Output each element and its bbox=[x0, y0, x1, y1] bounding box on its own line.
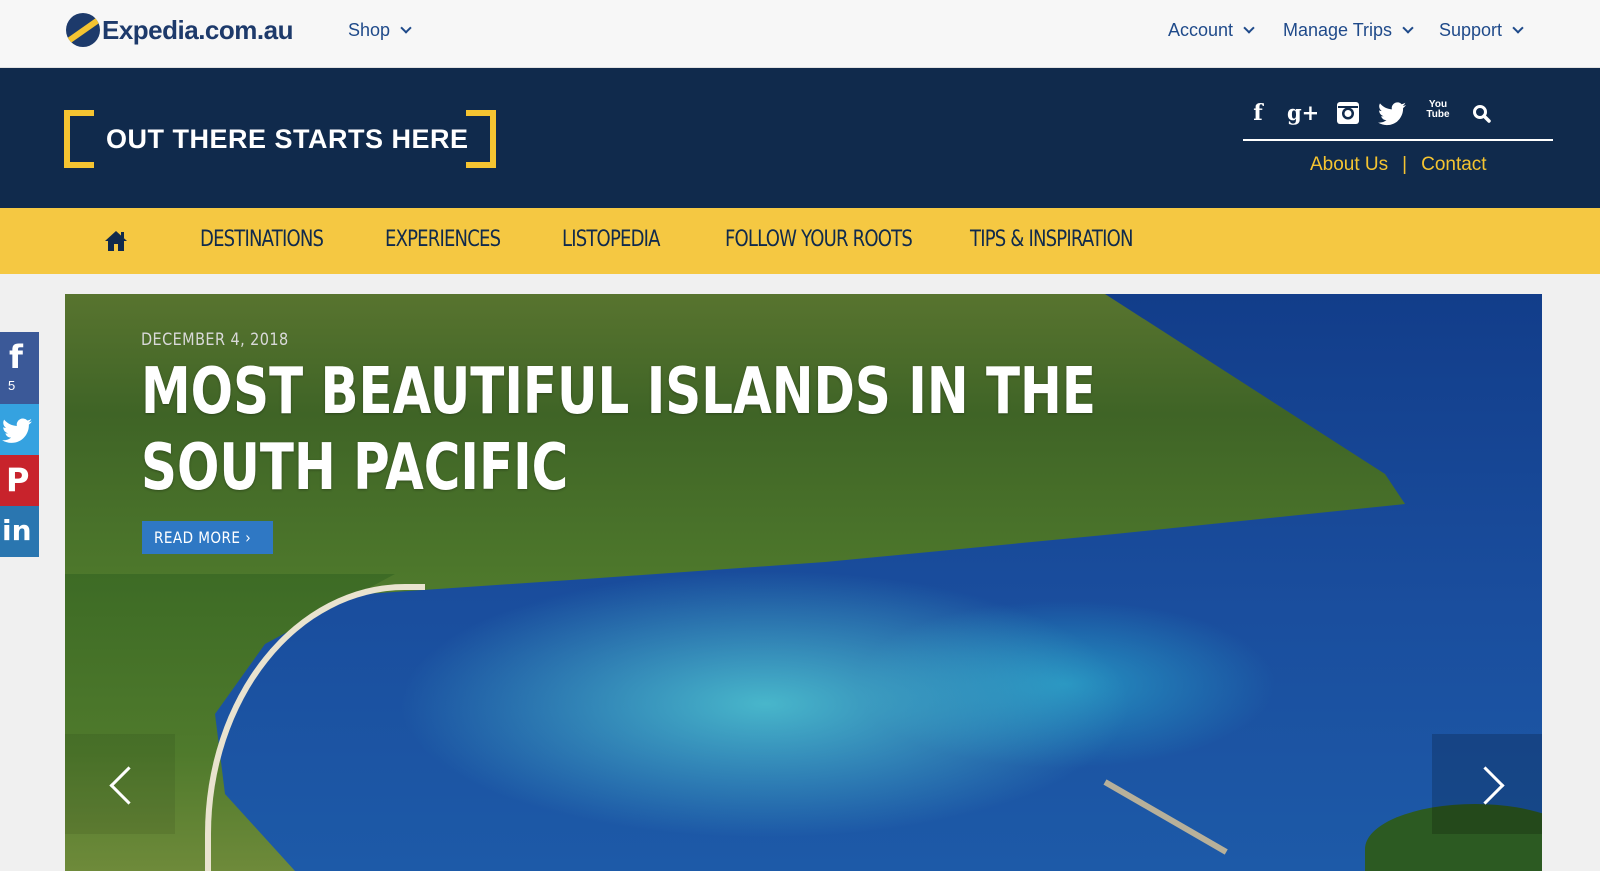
main-nav: DESTINATIONS EXPERIENCES LISTOPEDIA FOLL… bbox=[0, 208, 1600, 274]
top-bar: Expedia.com.au Shop Account Manage Trips… bbox=[0, 0, 1600, 68]
support-label: Support bbox=[1439, 20, 1503, 40]
share-linkedin-button[interactable]: in bbox=[0, 506, 39, 557]
support-menu[interactable]: Support bbox=[1439, 20, 1524, 41]
shop-menu[interactable]: Shop bbox=[348, 20, 412, 41]
logo-bracket-right bbox=[466, 110, 496, 168]
logo-text: OUT THERE STARTS HERE bbox=[106, 124, 469, 154]
logo-bracket-left bbox=[64, 110, 94, 168]
twitter-icon[interactable] bbox=[1377, 100, 1407, 132]
chevron-down-icon bbox=[1243, 22, 1255, 34]
shop-label: Shop bbox=[348, 20, 391, 40]
facebook-share-icon: f bbox=[9, 338, 23, 376]
brand-name: Expedia.com.au bbox=[102, 14, 293, 45]
youtube-icon[interactable]: You Tube bbox=[1423, 100, 1453, 120]
share-facebook-button[interactable]: f 5 bbox=[0, 332, 39, 404]
expedia-logo[interactable]: Expedia.com.au bbox=[66, 10, 293, 50]
expedia-globe-icon bbox=[66, 13, 100, 47]
read-more-button[interactable]: READ MORE › bbox=[142, 521, 273, 554]
chevron-down-icon bbox=[1402, 22, 1414, 34]
hero-carousel[interactable]: DECEMBER 4, 2018 MOST BEAUTIFUL ISLANDS … bbox=[65, 294, 1542, 871]
facebook-icon[interactable]: f bbox=[1243, 100, 1273, 126]
read-more-label: READ MORE › bbox=[154, 528, 252, 547]
article-title[interactable]: MOST BEAUTIFUL ISLANDS IN THE SOUTH PACI… bbox=[141, 354, 1155, 506]
contact-link[interactable]: Contact bbox=[1421, 154, 1486, 176]
share-twitter-button[interactable] bbox=[0, 404, 39, 455]
chevron-down-icon bbox=[1512, 22, 1524, 34]
search-icon[interactable] bbox=[1467, 100, 1497, 130]
linkedin-share-icon: in bbox=[2, 514, 32, 547]
account-menu[interactable]: Account bbox=[1168, 20, 1255, 41]
carousel-next-arrow-icon[interactable] bbox=[1432, 734, 1542, 834]
site-header: OUT THERE STARTS HERE f g+ You Tube Abou… bbox=[0, 68, 1600, 208]
manage-trips-menu[interactable]: Manage Trips bbox=[1283, 20, 1414, 41]
social-icons-row: f g+ You Tube bbox=[1243, 96, 1553, 141]
manage-trips-label: Manage Trips bbox=[1283, 20, 1393, 40]
nav-item-listopedia[interactable]: LISTOPEDIA bbox=[562, 227, 661, 252]
instagram-icon[interactable] bbox=[1333, 100, 1363, 131]
link-separator: | bbox=[1402, 154, 1408, 175]
nav-item-experiences[interactable]: EXPERIENCES bbox=[385, 227, 501, 252]
facebook-share-count: 5 bbox=[8, 378, 16, 393]
twitter-share-icon bbox=[2, 414, 32, 452]
nav-item-follow-your-roots[interactable]: FOLLOW YOUR ROOTS bbox=[725, 227, 913, 252]
hero-image-pier bbox=[1103, 779, 1228, 855]
nav-item-tips-inspiration[interactable]: TIPS & INSPIRATION bbox=[970, 227, 1134, 252]
out-there-logo[interactable]: OUT THERE STARTS HERE bbox=[64, 110, 496, 168]
chevron-down-icon bbox=[400, 22, 412, 34]
nav-item-destinations[interactable]: DESTINATIONS bbox=[200, 227, 324, 252]
carousel-prev-arrow-icon[interactable] bbox=[65, 734, 175, 834]
about-us-link[interactable]: About Us bbox=[1310, 154, 1388, 176]
home-icon[interactable] bbox=[104, 230, 128, 252]
article-date: DECEMBER 4, 2018 bbox=[141, 330, 289, 350]
google-plus-icon[interactable]: g+ bbox=[1287, 100, 1319, 126]
header-links: About Us | Contact bbox=[1310, 154, 1487, 176]
share-pinterest-button[interactable]: P bbox=[0, 455, 39, 506]
pinterest-share-icon: P bbox=[6, 461, 30, 499]
account-label: Account bbox=[1168, 20, 1234, 40]
